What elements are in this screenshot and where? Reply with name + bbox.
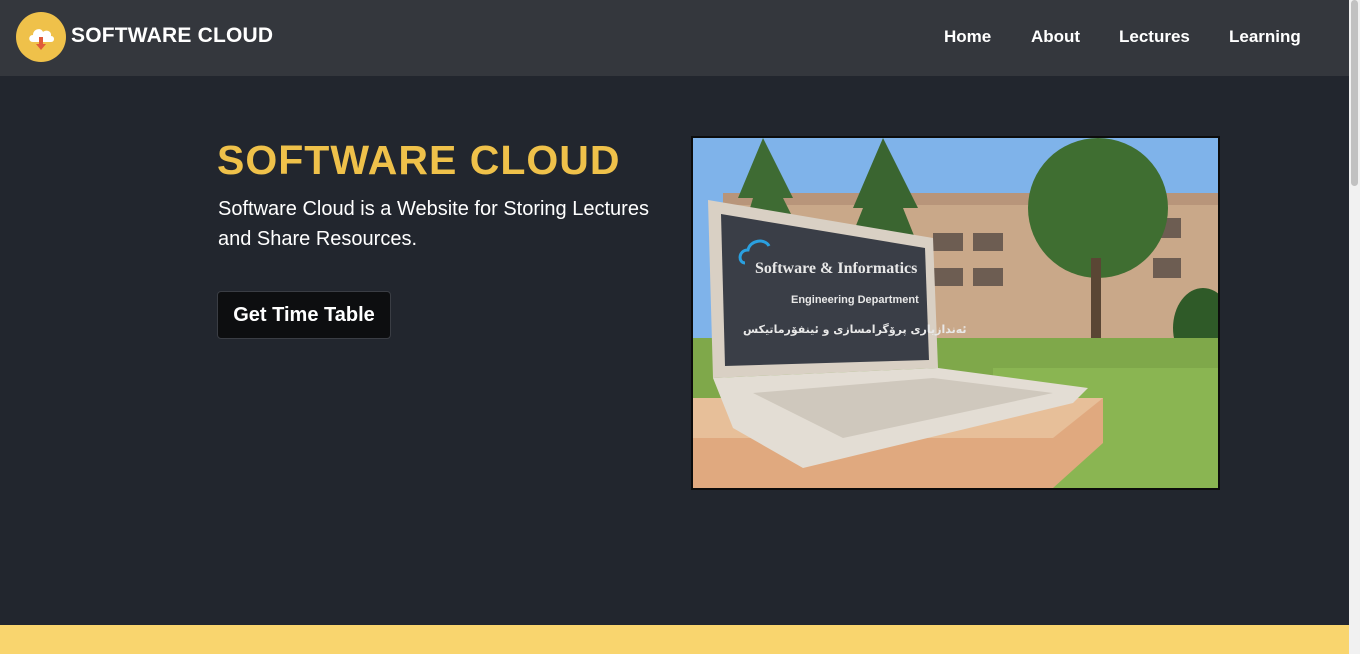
footer-band — [0, 625, 1349, 654]
sign-line-2: Engineering Department — [791, 294, 919, 306]
hero-description: Software Cloud is a Website for Storing … — [218, 198, 649, 250]
sign-line-1: Software & Informatics — [755, 260, 917, 277]
nav-link-home[interactable]: Home — [944, 27, 991, 47]
hero-title: SOFTWARE CLOUD — [217, 137, 621, 183]
nav-link-learning[interactable]: Learning — [1229, 27, 1301, 47]
get-time-table-button[interactable]: Get Time Table — [217, 291, 391, 339]
sign-line-3: ئەندازیاری پرۆگرامسازی و ئینفۆرماتیکس — [743, 323, 967, 336]
top-navbar: SOFTWARE CLOUD Home About Lectures Learn… — [0, 0, 1349, 76]
vertical-scrollbar[interactable] — [1349, 0, 1360, 654]
nav-link-about[interactable]: About — [1031, 27, 1080, 47]
scrollbar-thumb[interactable] — [1351, 0, 1358, 186]
department-photo: Software & Informatics Engineering Depar… — [691, 136, 1220, 490]
nav-link-lectures[interactable]: Lectures — [1119, 27, 1190, 47]
logo[interactable] — [16, 12, 66, 62]
cloud-download-icon — [29, 29, 54, 50]
brand-name[interactable]: SOFTWARE CLOUD — [71, 24, 273, 48]
